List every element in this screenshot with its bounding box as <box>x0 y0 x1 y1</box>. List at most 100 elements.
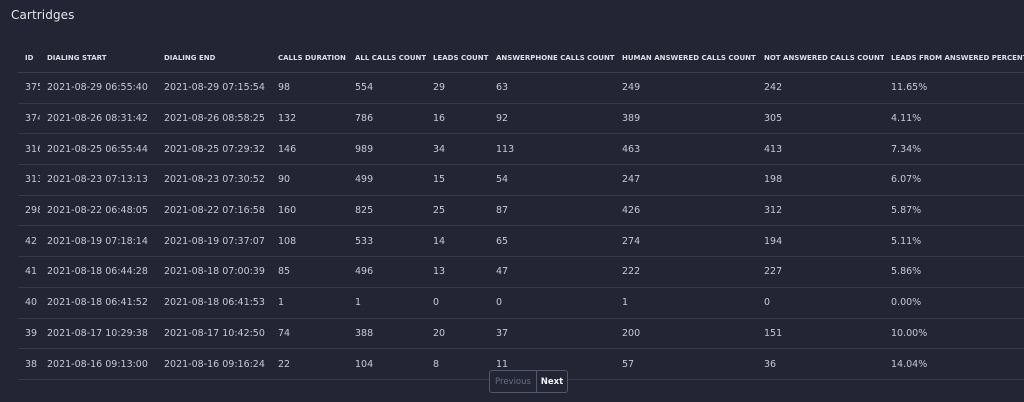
cell-dialing-start: 2021-08-23 07:13:13 <box>40 164 157 196</box>
cartridges-page: Cartridges ID DIALING START DIALING END <box>0 0 1024 402</box>
cell-leads-from-answered-percent: 11.65% <box>884 72 1024 104</box>
cell-human-answered-calls-count: 200 <box>615 318 757 350</box>
cell-answerphone-calls-count: 47 <box>489 256 615 288</box>
pagination: Previous Next <box>489 370 568 393</box>
column-header-leads-from-answered-percent[interactable]: LEADS FROM ANSWERED PERCENT <box>884 44 1024 73</box>
cell-dialing-start: 2021-08-29 06:55:40 <box>40 72 157 104</box>
cell-dialing-end: 2021-08-22 07:16:58 <box>157 195 271 227</box>
table-header-row: ID DIALING START DIALING END CALLS DURAT… <box>18 44 1024 73</box>
column-header-leads-count[interactable]: LEADS COUNT <box>426 44 489 73</box>
column-header-calls-duration[interactable]: CALLS DURATION <box>271 44 348 73</box>
cell-not-answered-calls-count: 0 <box>757 287 884 319</box>
cell-id: 374 <box>18 103 40 135</box>
page-title: Cartridges <box>11 8 75 22</box>
cell-all-calls-count: 1 <box>348 287 426 319</box>
cell-not-answered-calls-count: 305 <box>757 103 884 135</box>
cell-calls-duration: 132 <box>271 103 348 135</box>
cell-answerphone-calls-count: 54 <box>489 164 615 196</box>
cell-dialing-start: 2021-08-16 09:13:00 <box>40 348 157 380</box>
cell-leads-from-answered-percent: 5.87% <box>884 195 1024 227</box>
column-header-id[interactable]: ID <box>18 44 40 73</box>
cell-answerphone-calls-count: 92 <box>489 103 615 135</box>
previous-page-button[interactable]: Previous <box>489 370 537 393</box>
cell-dialing-end: 2021-08-17 10:42:50 <box>157 318 271 350</box>
cell-leads-count: 25 <box>426 195 489 227</box>
cell-calls-duration: 85 <box>271 256 348 288</box>
column-header-answerphone-calls-count[interactable]: ANSWERPHONE CALLS COUNT <box>489 44 615 73</box>
cell-dialing-start: 2021-08-26 08:31:42 <box>40 103 157 135</box>
cell-human-answered-calls-count: 1 <box>615 287 757 319</box>
cell-dialing-start: 2021-08-25 06:55:44 <box>40 133 157 166</box>
table-body: 3752021-08-29 06:55:402021-08-29 07:15:5… <box>18 72 1024 380</box>
cell-not-answered-calls-count: 312 <box>757 195 884 227</box>
cell-human-answered-calls-count: 249 <box>615 72 757 104</box>
cell-answerphone-calls-count: 37 <box>489 318 615 350</box>
cell-leads-from-answered-percent: 0.00% <box>884 287 1024 319</box>
cell-answerphone-calls-count: 87 <box>489 195 615 227</box>
cell-leads-from-answered-percent: 10.00% <box>884 318 1024 350</box>
cell-leads-count: 15 <box>426 164 489 196</box>
cell-human-answered-calls-count: 463 <box>615 133 757 166</box>
cell-calls-duration: 74 <box>271 318 348 350</box>
cell-all-calls-count: 989 <box>348 133 426 166</box>
cell-id: 298 <box>18 195 40 227</box>
cell-id: 375 <box>18 72 40 104</box>
table-row: 42 2021-08-19 07:18:14 2021-08-19 07:37:07… <box>18 225 1024 258</box>
column-header-all-calls-count[interactable]: ALL CALLS COUNT <box>348 44 426 73</box>
cell-dialing-end: 2021-08-25 07:29:32 <box>157 133 271 166</box>
cell-calls-duration: 1 <box>271 287 348 319</box>
cell-answerphone-calls-count: 0 <box>489 287 615 319</box>
column-header-dialing-start[interactable]: DIALING START <box>40 44 157 73</box>
next-page-button[interactable]: Next <box>537 370 568 393</box>
table-row: 39 2021-08-17 10:29:38 2021-08-17 10:42:50… <box>18 318 1024 350</box>
cell-all-calls-count: 104 <box>348 348 426 380</box>
cell-all-calls-count: 533 <box>348 225 426 258</box>
cell-id: 316 <box>18 133 40 166</box>
table-row: 3742021-08-26 08:31:422021-08-26 08:58:2… <box>18 103 1024 135</box>
column-header-not-answered-calls-count[interactable]: NOT ANSWERED CALLS COUNT <box>757 44 884 73</box>
cell-human-answered-calls-count: 247 <box>615 164 757 196</box>
cell-human-answered-calls-count: 426 <box>615 195 757 227</box>
cell-dialing-start: 2021-08-18 06:41:52 <box>40 287 157 319</box>
cell-dialing-end: 2021-08-18 07:00:39 <box>157 256 271 288</box>
column-header-human-answered-calls-count[interactable]: HUMAN ANSWERED CALLS COUNT <box>615 44 757 73</box>
cell-all-calls-count: 554 <box>348 72 426 104</box>
cell-not-answered-calls-count: 227 <box>757 256 884 288</box>
cell-calls-duration: 98 <box>271 72 348 104</box>
cell-dialing-end: 2021-08-19 07:37:07 <box>157 225 271 258</box>
cell-calls-duration: 160 <box>271 195 348 227</box>
cell-not-answered-calls-count: 198 <box>757 164 884 196</box>
cell-id: 38 <box>18 348 40 380</box>
cell-leads-from-answered-percent: 5.11% <box>884 225 1024 258</box>
table-row: 2982021-08-22 06:48:052021-08-22 07:16:5… <box>18 195 1024 227</box>
cell-calls-duration: 90 <box>271 164 348 196</box>
column-header-dialing-end[interactable]: DIALING END <box>157 44 271 73</box>
cell-dialing-end: 2021-08-18 06:41:53 <box>157 287 271 319</box>
cell-all-calls-count: 786 <box>348 103 426 135</box>
table-row: 3752021-08-29 06:55:402021-08-29 07:15:5… <box>18 72 1024 104</box>
cell-all-calls-count: 499 <box>348 164 426 196</box>
cell-leads-count: 0 <box>426 287 489 319</box>
cell-calls-duration: 22 <box>271 348 348 380</box>
table-row: 3132021-08-23 07:13:132021-08-23 07:30:5… <box>18 164 1024 196</box>
cell-all-calls-count: 825 <box>348 195 426 227</box>
cell-id: 39 <box>18 318 40 350</box>
cell-all-calls-count: 496 <box>348 256 426 288</box>
cell-dialing-end: 2021-08-23 07:30:52 <box>157 164 271 196</box>
cell-all-calls-count: 388 <box>348 318 426 350</box>
cell-leads-from-answered-percent: 7.34% <box>884 133 1024 166</box>
cell-dialing-end: 2021-08-16 09:16:24 <box>157 348 271 380</box>
cell-human-answered-calls-count: 389 <box>615 103 757 135</box>
cell-leads-count: 8 <box>426 348 489 380</box>
cartridges-table-container: ID DIALING START DIALING END CALLS DURAT… <box>18 44 1024 380</box>
cell-leads-from-answered-percent: 4.11% <box>884 103 1024 135</box>
cell-leads-count: 16 <box>426 103 489 135</box>
cell-leads-from-answered-percent: 14.04% <box>884 348 1024 380</box>
cell-calls-duration: 146 <box>271 133 348 166</box>
table-row: 41 2021-08-18 06:44:28 2021-08-18 07:00:39… <box>18 256 1024 288</box>
cell-not-answered-calls-count: 413 <box>757 133 884 166</box>
cell-leads-from-answered-percent: 5.86% <box>884 256 1024 288</box>
cell-dialing-start: 2021-08-18 06:44:28 <box>40 256 157 288</box>
cell-dialing-end: 2021-08-26 08:58:25 <box>157 103 271 135</box>
cartridges-table: ID DIALING START DIALING END CALLS DURAT… <box>18 44 1024 380</box>
